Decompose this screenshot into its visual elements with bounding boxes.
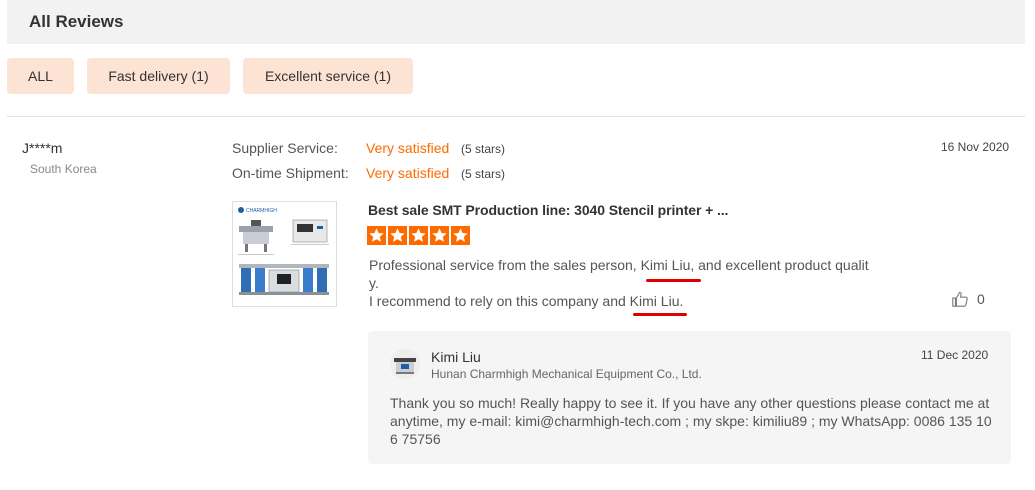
- filter-fast-delivery-button[interactable]: Fast delivery (1): [87, 58, 230, 94]
- like-count: 0: [977, 291, 985, 307]
- product-title-link[interactable]: Best sale SMT Production line: 3040 Sten…: [368, 202, 728, 218]
- reply-company: Hunan Charmhigh Mechanical Equipment Co.…: [431, 367, 702, 381]
- star-icon: [367, 226, 386, 245]
- thumbs-up-icon: [952, 291, 968, 307]
- reply-text: Thank you so much! Really happy to see i…: [390, 395, 992, 447]
- supplier-service-stars: (5 stars): [461, 142, 506, 156]
- reviewer-country: South Korea: [30, 162, 97, 176]
- avatar: [390, 349, 420, 379]
- reviewer-name: J****m: [22, 140, 63, 156]
- highlight-underline: [633, 313, 687, 316]
- reply-date: 11 Dec 2020: [921, 348, 989, 362]
- shipment-stars: (5 stars): [461, 167, 506, 181]
- review-text: Professional service from the sales pers…: [369, 256, 889, 310]
- shipment-value: Very satisfied: [366, 165, 450, 181]
- star-icon: [430, 226, 449, 245]
- star-icon: [451, 226, 470, 245]
- rating-stars: [367, 226, 470, 245]
- filter-all-button[interactable]: ALL: [7, 58, 74, 94]
- reply-author-name: Kimi Liu: [431, 349, 481, 365]
- divider: [7, 116, 1025, 117]
- reviews-header: All Reviews: [7, 0, 1025, 44]
- product-thumbnail[interactable]: CHARMHIGH: [232, 201, 337, 307]
- like-button[interactable]: 0: [951, 290, 985, 308]
- review-text-line: y.: [369, 275, 379, 291]
- shipment-label: On-time Shipment:: [232, 165, 349, 181]
- page-title: All Reviews: [29, 12, 124, 31]
- filter-excellent-service-button[interactable]: Excellent service (1): [243, 58, 413, 94]
- review-text-line: I recommend to rely on this company and …: [369, 293, 684, 309]
- brand-logo-text: CHARMHIGH: [246, 208, 277, 214]
- product-image: CHARMHIGH: [233, 202, 336, 306]
- supplier-service-label: Supplier Service:: [232, 140, 338, 156]
- supplier-service-value: Very satisfied: [366, 140, 450, 156]
- star-icon: [388, 226, 407, 245]
- review-date: 16 Nov 2020: [941, 140, 1010, 154]
- review-text-line: Professional service from the sales pers…: [369, 257, 869, 273]
- machine-avatar-icon: [390, 349, 420, 379]
- star-icon: [409, 226, 428, 245]
- supplier-reply: Kimi Liu Hunan Charmhigh Mechanical Equi…: [368, 331, 1011, 464]
- highlight-underline: [646, 279, 701, 282]
